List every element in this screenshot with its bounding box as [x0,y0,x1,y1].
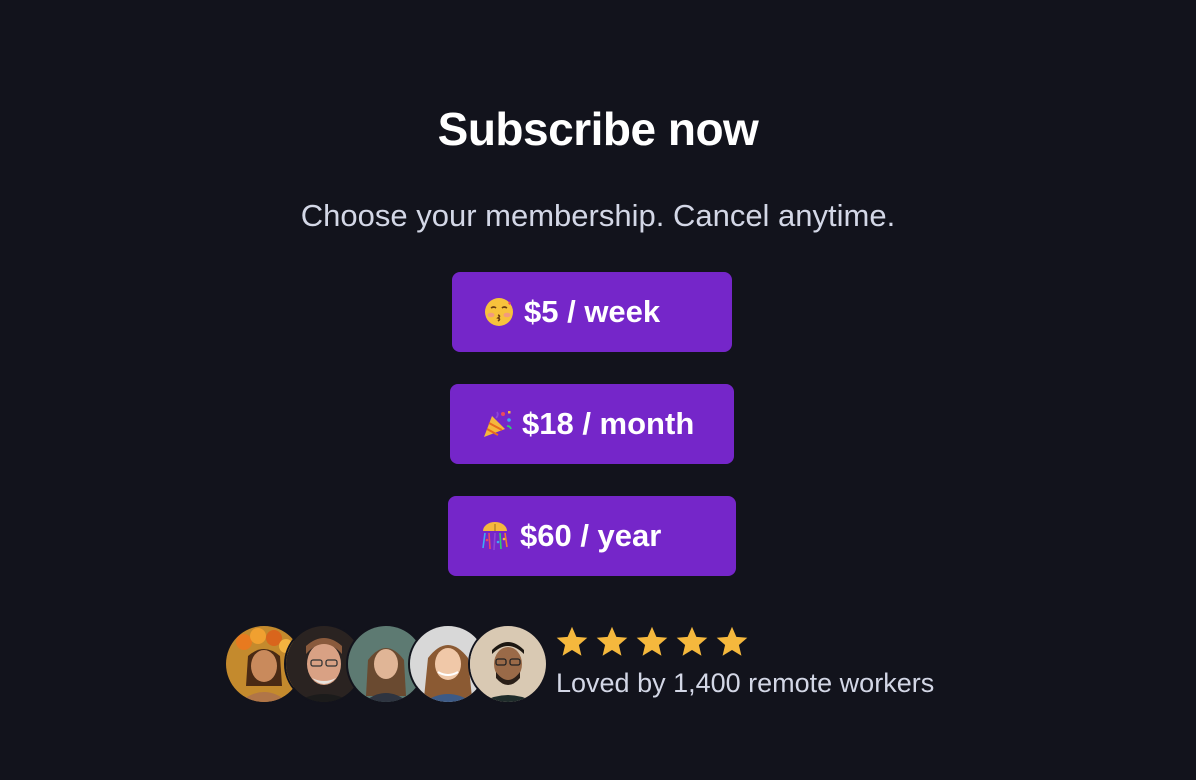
weekly-plan-label: $5 / week [524,294,661,329]
avatar [468,624,548,704]
confetti-ball-emoji-icon [478,519,512,553]
yearly-plan-button[interactable]: $60 / year [448,496,736,576]
avatar-group [224,624,548,704]
page-subtitle: Choose your membership. Cancel anytime. [300,198,896,233]
star-icon [716,626,748,656]
social-proof-text: Loved by 1,400 remote workers [556,668,935,698]
monthly-plan-button[interactable]: $18 / month [450,384,734,464]
yearly-plan-label: $60 / year [520,518,662,553]
subscribe-page: Subscribe now Choose your membership. Ca… [0,0,1196,780]
star-icon [676,626,708,656]
page-title: Subscribe now [437,103,759,155]
kissing-face-emoji-icon [482,295,516,329]
star-icon [596,626,628,656]
weekly-plan-button[interactable]: $5 / week [452,272,732,352]
star-icon [636,626,668,656]
party-popper-emoji-icon [480,407,514,441]
star-icon [556,626,588,656]
rating-stars [554,624,750,660]
monthly-plan-label: $18 / month [522,406,695,441]
